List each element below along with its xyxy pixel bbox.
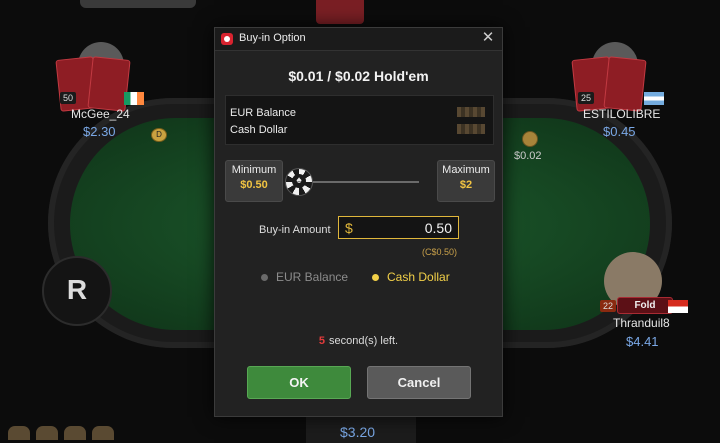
flag-ireland-icon: [124, 92, 144, 105]
game-title: $0.01 / $0.02 Hold'em: [288, 68, 429, 84]
maximum-value: $2: [459, 179, 473, 191]
minimum-value: $0.50: [240, 179, 268, 191]
payment-option-cash-dollar[interactable]: Cash Dollar: [372, 270, 450, 284]
close-icon[interactable]: ✕: [480, 30, 496, 46]
cancel-button[interactable]: Cancel: [367, 366, 471, 399]
reserve-seat-button[interactable]: R: [42, 256, 112, 326]
countdown-number: 5: [318, 335, 326, 347]
player-name: ESTILOLIBRE: [583, 107, 661, 121]
balance-label: Cash Dollar: [230, 124, 288, 136]
player-stack: $2.30: [83, 124, 116, 139]
payment-option-label: EUR Balance: [276, 270, 349, 284]
buyin-amount-value: 0.50: [424, 220, 452, 236]
buyin-amount-input[interactable]: $ 0.50: [338, 216, 459, 239]
dialog-title: Buy-in Option: [239, 32, 306, 44]
player-name: Thranduil8: [613, 316, 670, 330]
player-level: 50: [60, 92, 77, 104]
minimum-button[interactable]: Minimum $0.50: [225, 160, 283, 202]
balance-value-masked: [457, 107, 485, 117]
radio-icon: [261, 273, 268, 281]
slider-thumb-chip-icon[interactable]: [285, 168, 313, 196]
flag-argentina-icon: [644, 92, 664, 105]
buyin-dialog: Buy-in Option ✕ $0.01 / $0.02 Hold'em EU…: [214, 27, 503, 417]
top-seat-cards: [316, 0, 364, 24]
bet-icon[interactable]: [64, 426, 86, 440]
menu-icon[interactable]: [8, 426, 30, 440]
ok-button[interactable]: OK: [247, 366, 351, 399]
chips-icon[interactable]: [36, 426, 58, 440]
balance-box: EUR Balance Cash Dollar: [225, 95, 494, 145]
buyin-amount-label: Buy-in Amount: [259, 224, 331, 236]
hero-stack: $3.20: [340, 424, 376, 440]
player-stack: $0.45: [603, 124, 636, 139]
currency-symbol: $: [345, 220, 353, 236]
dealer-button-icon: D: [151, 128, 167, 142]
player-level: 25: [578, 92, 595, 104]
countdown: 5 second(s) left.: [215, 335, 502, 347]
app-logo-icon: [221, 33, 233, 45]
chip-icon: [522, 131, 538, 147]
player-stack: $4.41: [626, 334, 659, 349]
countdown-text: second(s) left.: [329, 335, 399, 347]
dialog-header: Buy-in Option ✕: [215, 28, 502, 51]
player-level: 22: [600, 300, 617, 312]
player-name: McGee_24: [71, 107, 130, 121]
pot-amount: $0.02: [514, 150, 542, 162]
maximum-button[interactable]: Maximum $2: [437, 160, 495, 202]
chat-icon[interactable]: [92, 426, 114, 440]
radio-selected-icon: [372, 273, 379, 281]
converted-amount: (C$0.50): [422, 247, 458, 257]
buyin-slider[interactable]: [297, 181, 419, 183]
balance-label: EUR Balance: [230, 107, 297, 119]
flag-icon: [668, 300, 688, 313]
minimum-label: Minimum: [231, 164, 277, 176]
card-back: [603, 56, 647, 112]
site-logo: [80, 0, 196, 8]
payment-option-label: Cash Dollar: [387, 270, 450, 284]
balance-value-masked: [457, 124, 485, 134]
bottom-toolbar: [8, 426, 114, 440]
payment-option-eur-balance[interactable]: EUR Balance: [261, 270, 348, 284]
maximum-label: Maximum: [442, 164, 490, 176]
fold-status-badge: Fold: [617, 297, 673, 314]
